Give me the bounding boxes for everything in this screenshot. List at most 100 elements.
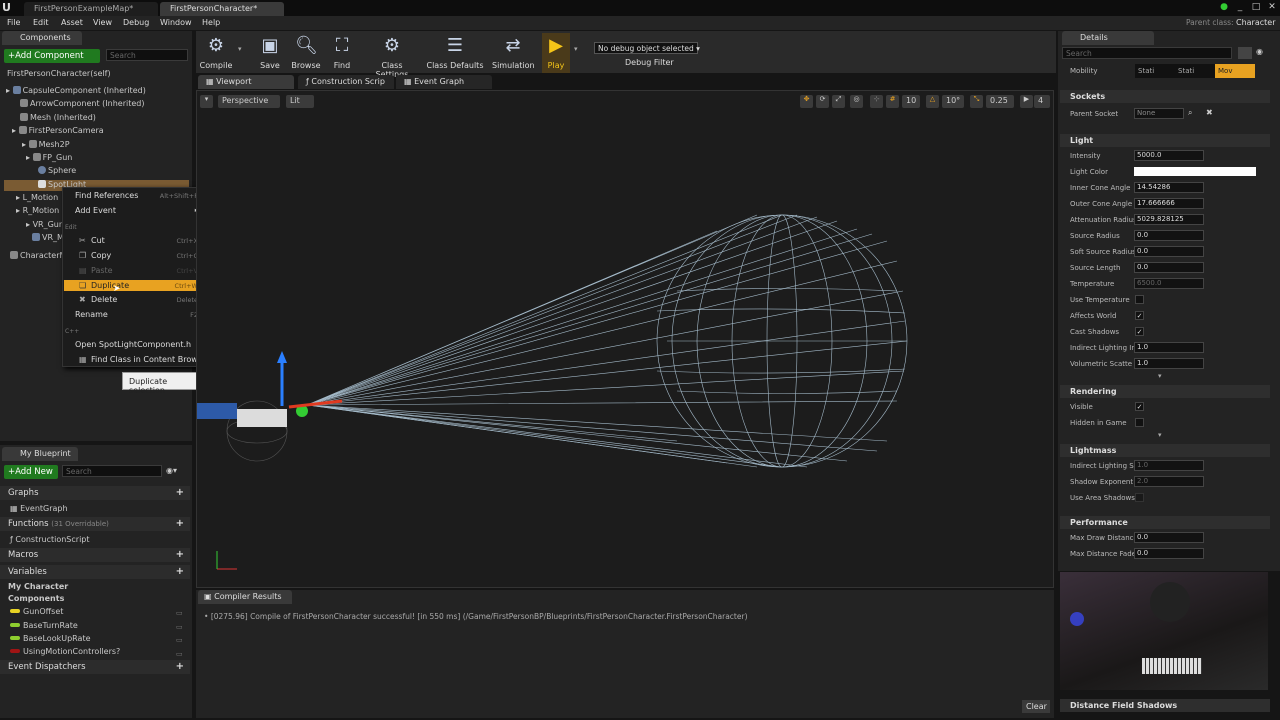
simulation-button[interactable]: ⇄ Simulation <box>492 33 535 73</box>
compile-dropdown-icon[interactable]: ▾ <box>238 45 242 53</box>
component-vrgun[interactable]: ▸ VR_Gun <box>26 220 64 229</box>
sockets-section[interactable]: Sockets <box>1060 90 1270 103</box>
component-charmove[interactable]: CharacterM <box>10 251 66 260</box>
camera-speed-icon[interactable]: ▶ <box>1020 95 1033 108</box>
menu-find-class[interactable]: Find Class in Content Browser <box>91 355 210 364</box>
maximize-icon[interactable]: □ <box>1248 2 1264 16</box>
component-rmotion[interactable]: ▸ R_Motion <box>16 206 59 215</box>
menu-edit[interactable]: Edit <box>33 18 49 27</box>
component-sphere[interactable]: Sphere <box>38 166 76 175</box>
browse-button[interactable]: 🔍︎ Browse <box>288 33 324 73</box>
clear-socket-icon[interactable]: ✖ <box>1206 108 1213 117</box>
view-options-icon[interactable]: ◉▾ <box>166 466 177 475</box>
visible-checkbox[interactable]: ✓ <box>1135 402 1144 411</box>
components-tab[interactable]: Components <box>2 31 82 45</box>
play-button[interactable]: ▶ Play <box>542 33 570 73</box>
component-fpgun[interactable]: ▸ FP_Gun <box>26 153 72 162</box>
component-vrm[interactable]: VR_M <box>32 233 64 242</box>
parent-class-value[interactable]: Character <box>1236 18 1276 27</box>
max-distance-fade-field[interactable]: 0.0 <box>1134 548 1204 559</box>
components-search-input[interactable]: Search <box>106 49 188 61</box>
expand-advanced-icon[interactable]: ▾ <box>1158 431 1162 439</box>
clear-button[interactable]: Clear <box>1022 700 1050 713</box>
hidden-in-game-checkbox[interactable] <box>1135 418 1144 427</box>
graphs-category[interactable]: Graphs + <box>0 486 190 500</box>
menu-find-references[interactable]: Find References <box>75 191 138 200</box>
notification-icon[interactable]: ● <box>1216 2 1232 16</box>
component-self[interactable]: FirstPersonCharacter(self) <box>7 69 111 78</box>
variable-item[interactable]: GunOffset <box>10 607 63 616</box>
search-icon[interactable]: ⌕ <box>1188 108 1192 118</box>
rendering-section[interactable]: Rendering <box>1060 385 1270 398</box>
menu-copy[interactable]: Copy <box>91 251 111 260</box>
variable-item[interactable]: BaseTurnRate <box>10 621 78 630</box>
expand-advanced-icon[interactable]: ▾ <box>1158 372 1162 380</box>
add-graph-icon[interactable]: + <box>176 487 184 498</box>
source-radius-field[interactable]: 0.0 <box>1134 230 1204 241</box>
debug-object-select[interactable]: No debug object selected ▾ <box>594 42 700 54</box>
mobility-static[interactable]: Stati <box>1135 64 1175 78</box>
performance-section[interactable]: Performance <box>1060 516 1270 529</box>
mobility-stationary[interactable]: Stati <box>1175 64 1215 78</box>
menu-open-header[interactable]: Open SpotLightComponent.h <box>75 340 191 349</box>
add-variable-icon[interactable]: + <box>176 566 184 577</box>
volumetric-scatter-field[interactable]: 1.0 <box>1134 358 1204 369</box>
visibility-icon[interactable]: ◉ <box>1256 47 1263 56</box>
variables-category[interactable]: Variables + <box>0 565 190 579</box>
component-capsule[interactable]: ▸ CapsuleComponent (Inherited) <box>6 86 146 95</box>
menu-add-event[interactable]: Add Event <box>75 206 116 215</box>
add-function-icon[interactable]: + <box>176 518 184 529</box>
tab-map[interactable]: FirstPersonExampleMap* <box>24 2 158 16</box>
light-section[interactable]: Light <box>1060 134 1270 147</box>
rotate-icon[interactable]: ⟳ <box>816 95 829 108</box>
component-mesh[interactable]: Mesh (Inherited) <box>20 113 96 122</box>
variable-item[interactable]: UsingMotionControllers? <box>10 647 120 656</box>
max-draw-distance-field[interactable]: 0.0 <box>1134 532 1204 543</box>
macros-category[interactable]: Macros + <box>0 548 190 562</box>
viewport-options-icon[interactable]: ▾ <box>200 95 213 108</box>
surface-snap-icon[interactable]: ⊹ <box>870 95 883 108</box>
grid-snap-icon[interactable]: # <box>886 95 899 108</box>
component-arrow[interactable]: ArrowComponent (Inherited) <box>20 99 144 108</box>
intensity-field[interactable]: 5000.0 <box>1134 150 1204 161</box>
functions-category[interactable]: Functions (31 Overridable) + <box>0 517 190 531</box>
scale-snap-value[interactable]: 0.25 <box>986 95 1014 108</box>
tab-character[interactable]: FirstPersonCharacter* <box>160 2 284 16</box>
light-color-swatch[interactable] <box>1134 167 1256 176</box>
class-settings-button[interactable]: ⚙Class Settings <box>364 33 420 79</box>
play-dropdown-icon[interactable]: ▾ <box>574 45 578 53</box>
menu-debug[interactable]: Debug <box>123 18 149 27</box>
event-graph-item[interactable]: ▦ EventGraph <box>10 504 68 513</box>
menu-help[interactable]: Help <box>202 18 220 27</box>
compiler-results-tab[interactable]: ▣ Compiler Results <box>198 590 292 604</box>
source-length-field[interactable]: 0.0 <box>1134 262 1204 273</box>
grid-size-value[interactable]: 10 <box>902 95 920 108</box>
menu-window[interactable]: Window <box>160 18 192 27</box>
mobility-movable[interactable]: Mov <box>1215 64 1255 78</box>
scale-icon[interactable]: ⤢ <box>832 95 845 108</box>
world-local-icon[interactable]: ◎ <box>850 95 863 108</box>
compile-button[interactable]: ⚙ Compile <box>198 33 234 73</box>
inner-cone-field[interactable]: 14.54286 <box>1134 182 1204 193</box>
rotation-snap-icon[interactable]: △ <box>926 95 939 108</box>
visibility-eye-icons[interactable]: ▭ ▭ ▭ ▭ <box>176 607 183 661</box>
save-button[interactable]: ▣ Save <box>256 33 284 73</box>
component-camera[interactable]: ▸ FirstPersonCamera <box>12 126 104 135</box>
add-new-button[interactable]: +Add New <box>4 465 58 479</box>
tab-viewport[interactable]: ▦ Viewport <box>198 75 294 89</box>
menu-delete[interactable]: Delete <box>91 295 117 304</box>
tab-construction-script[interactable]: ƒ Construction Scrip <box>298 75 394 89</box>
menu-duplicate-label[interactable]: Duplicate <box>91 281 129 290</box>
class-defaults-button[interactable]: ☰ Class Defaults <box>426 33 484 73</box>
indirect-lighting-field[interactable]: 1.0 <box>1134 342 1204 353</box>
add-dispatcher-icon[interactable]: + <box>176 661 184 672</box>
add-component-button[interactable]: +Add Component <box>4 49 100 63</box>
tab-event-graph[interactable]: ▦ Event Graph <box>396 75 492 89</box>
blueprint-search-input[interactable]: Search <box>62 465 162 477</box>
soft-source-radius-field[interactable]: 0.0 <box>1134 246 1204 257</box>
menu-view[interactable]: View <box>93 18 112 27</box>
my-character-group[interactable]: My Character <box>8 582 68 591</box>
translate-icon[interactable]: ✥ <box>800 95 813 108</box>
my-blueprint-tab[interactable]: My Blueprint <box>2 447 78 461</box>
component-mesh2p[interactable]: ▸ Mesh2P <box>22 140 70 149</box>
